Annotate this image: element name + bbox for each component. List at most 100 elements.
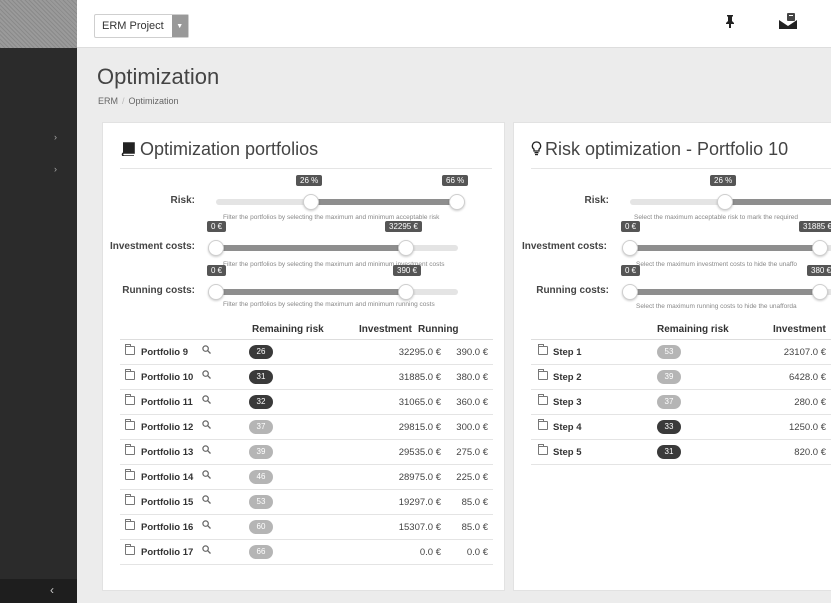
table-row[interactable]: Step 2 39 6428.0 €: [531, 365, 831, 390]
optimization-portfolios-panel: Optimization portfolios Risk: 26 % 66 % …: [102, 122, 505, 591]
folder-icon: [125, 544, 135, 555]
step-name[interactable]: Step 2: [553, 372, 582, 383]
investment-value: 31885.0 €: [398, 372, 441, 383]
portfolio-name[interactable]: Portfolio 15: [141, 497, 193, 508]
search-icon[interactable]: [202, 545, 211, 557]
portfolio-name[interactable]: Portfolio 14: [141, 472, 193, 483]
investment-costs-label: Investment costs:: [109, 241, 195, 252]
portfolio-name[interactable]: Portfolio 9: [141, 347, 188, 358]
risk-badge: 53: [249, 495, 273, 509]
col-running: Running: [418, 324, 459, 335]
investment-costs-label: Investment costs:: [521, 241, 607, 252]
running-value: 380.0 €: [456, 372, 488, 383]
search-icon[interactable]: [202, 345, 211, 357]
investment-min-handle[interactable]: 0 €: [621, 221, 641, 256]
step-name[interactable]: Step 1: [553, 347, 582, 358]
table-row[interactable]: Portfolio 11 32 31065.0 € 360.0 €: [120, 390, 493, 415]
search-icon[interactable]: [202, 420, 211, 432]
table-row[interactable]: Portfolio 17 66 0.0 € 0.0 €: [120, 540, 493, 565]
running-max-handle[interactable]: 390 €: [393, 265, 422, 300]
running-min-handle[interactable]: 0 €: [207, 265, 227, 300]
search-icon[interactable]: [202, 470, 211, 482]
search-icon[interactable]: [202, 495, 211, 507]
sidebar-chevron-right-icon[interactable]: ›: [54, 132, 57, 142]
search-icon[interactable]: [202, 445, 211, 457]
pin-icon[interactable]: [724, 14, 736, 31]
portfolio-name[interactable]: Portfolio 10: [141, 372, 193, 383]
logo: [0, 0, 77, 48]
table-row[interactable]: Portfolio 12 37 29815.0 € 300.0 €: [120, 415, 493, 440]
table-row[interactable]: Portfolio 13 39 29535.0 € 275.0 €: [120, 440, 493, 465]
portfolio-name[interactable]: Portfolio 16: [141, 522, 193, 533]
col-investment: Investment: [359, 324, 412, 335]
running-costs-slider[interactable]: 0 € 380 €: [621, 265, 831, 300]
portfolio-name[interactable]: Portfolio 17: [141, 547, 193, 558]
running-costs-slider[interactable]: 0 € 390 €: [207, 265, 458, 300]
risk-handle[interactable]: 26 %: [710, 175, 737, 210]
risk-slider[interactable]: 26 % 66 %: [216, 175, 469, 210]
book-icon: [121, 142, 135, 157]
table-row[interactable]: Step 5 31 820.0 €: [531, 440, 831, 465]
step-name[interactable]: Step 3: [553, 397, 582, 408]
step-name[interactable]: Step 5: [553, 447, 582, 458]
project-select[interactable]: ERM Project ▼: [94, 14, 189, 38]
sidebar-collapse-button[interactable]: ‹: [0, 579, 77, 603]
risk-slider[interactable]: 26 %: [630, 175, 831, 210]
portfolio-name[interactable]: Portfolio 11: [141, 397, 193, 408]
running-max-handle[interactable]: 380 €: [807, 265, 831, 300]
search-icon[interactable]: [202, 370, 211, 382]
breadcrumb-item[interactable]: ERM: [98, 96, 118, 106]
risk-badge: 60: [249, 520, 273, 534]
table-row[interactable]: Portfolio 15 53 19297.0 € 85.0 €: [120, 490, 493, 515]
risk-optimization-panel: Risk optimization - Portfolio 10 Risk: 2…: [513, 122, 831, 591]
running-value: 0.0 €: [466, 547, 488, 558]
panel-title: Risk optimization - Portfolio 10: [531, 139, 788, 160]
folder-icon: [125, 394, 135, 405]
step-name[interactable]: Step 4: [553, 422, 582, 433]
table-row[interactable]: Portfolio 9 26 32295.0 € 390.0 €: [120, 340, 493, 365]
search-icon[interactable]: [202, 520, 211, 532]
inbox-icon[interactable]: [777, 10, 799, 32]
folder-icon: [538, 344, 548, 355]
folder-icon: [125, 519, 135, 530]
investment-value: 28975.0 €: [398, 472, 441, 483]
risk-label: Risk:: [170, 195, 195, 206]
risk-min-handle[interactable]: 26 %: [296, 175, 323, 210]
table-row[interactable]: Step 1 53 23107.0 €: [531, 340, 831, 365]
portfolio-name[interactable]: Portfolio 13: [141, 447, 193, 458]
risk-badge: 39: [249, 445, 273, 459]
investment-costs-slider[interactable]: 0 € 31885 €: [621, 221, 831, 256]
risk-badge: 39: [657, 370, 681, 384]
investment-min-handle[interactable]: 0 €: [207, 221, 227, 256]
folder-icon: [125, 344, 135, 355]
table-row[interactable]: Portfolio 16 60 15307.0 € 85.0 €: [120, 515, 493, 540]
sidebar: › › ‹: [0, 0, 77, 603]
portfolio-name[interactable]: Portfolio 12: [141, 422, 193, 433]
investment-costs-slider[interactable]: 0 € 32295 €: [207, 221, 458, 256]
chevron-left-icon: ‹: [50, 583, 54, 597]
risk-label: Risk:: [584, 195, 609, 206]
risk-badge: 31: [657, 445, 681, 459]
breadcrumb-item: Optimization: [128, 96, 179, 106]
running-min-handle[interactable]: 0 €: [621, 265, 641, 300]
folder-icon: [125, 419, 135, 430]
risk-badge: 46: [249, 470, 273, 484]
running-value: 85.0 €: [461, 522, 488, 533]
investment-value: 1250.0 €: [789, 422, 826, 433]
folder-icon: [125, 469, 135, 480]
folder-icon: [125, 494, 135, 505]
sidebar-chevron-right-icon[interactable]: ›: [54, 164, 57, 174]
risk-max-handle[interactable]: 66 %: [442, 175, 469, 210]
table-row[interactable]: Step 4 33 1250.0 €: [531, 415, 831, 440]
table-row[interactable]: Portfolio 10 31 31885.0 € 380.0 €: [120, 365, 493, 390]
risk-badge: 66: [249, 545, 273, 559]
folder-icon: [538, 419, 548, 430]
lightbulb-icon: [531, 141, 542, 156]
investment-max-handle[interactable]: 32295 €: [385, 221, 422, 256]
investment-max-handle[interactable]: 31885 €: [799, 221, 831, 256]
table-row[interactable]: Portfolio 14 46 28975.0 € 225.0 €: [120, 465, 493, 490]
table-row[interactable]: Step 3 37 280.0 €: [531, 390, 831, 415]
risk-hint: Select the maximum acceptable risk to ma…: [634, 214, 799, 221]
search-icon[interactable]: [202, 395, 211, 407]
breadcrumb: ERM / Optimization: [98, 96, 179, 106]
